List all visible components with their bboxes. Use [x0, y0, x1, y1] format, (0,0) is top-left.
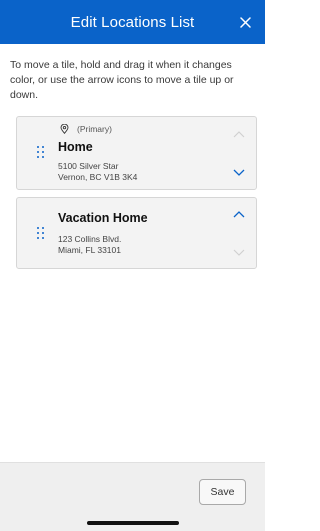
primary-indicator: (Primary)	[60, 124, 112, 134]
move-up-arrow-icon[interactable]	[232, 129, 246, 139]
address-line-1: 5100 Silver Star	[58, 161, 119, 171]
location-tile-vacation-home[interactable]: Vacation Home 123 Collins Blvd. Miami, F…	[16, 197, 257, 269]
header-bar: Edit Locations List	[0, 0, 265, 44]
save-button[interactable]: Save	[199, 479, 246, 505]
location-address: 5100 Silver Star Vernon, BC V1B 3K4	[58, 161, 137, 182]
location-pin-icon	[60, 124, 69, 134]
home-indicator[interactable]	[87, 521, 179, 525]
drag-handle-icon[interactable]	[37, 146, 47, 160]
address-line-1: 123 Collins Blvd.	[58, 234, 122, 244]
move-up-arrow-icon[interactable]	[232, 209, 246, 219]
location-tile-home[interactable]: (Primary) Home 5100 Silver Star Vernon, …	[16, 116, 257, 190]
address-line-2: Vernon, BC V1B 3K4	[58, 171, 138, 182]
drag-handle-icon[interactable]	[37, 227, 47, 241]
move-down-arrow-icon[interactable]	[232, 167, 246, 177]
location-name: Vacation Home	[58, 211, 148, 225]
primary-label: (Primary)	[77, 124, 112, 134]
location-name: Home	[58, 140, 93, 154]
address-line-2: Miami, FL 33101	[58, 244, 121, 255]
move-down-arrow-icon[interactable]	[232, 247, 246, 257]
location-address: 123 Collins Blvd. Miami, FL 33101	[58, 234, 121, 255]
close-icon[interactable]	[235, 12, 255, 32]
page-title: Edit Locations List	[70, 13, 195, 31]
instructions-text: To move a tile, hold and drag it when it…	[10, 59, 234, 101]
